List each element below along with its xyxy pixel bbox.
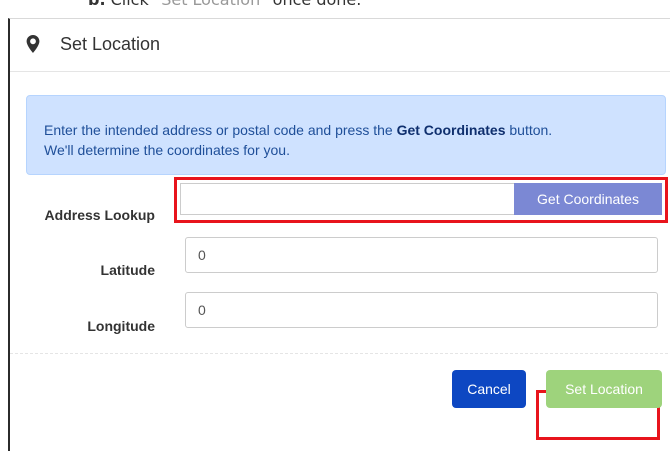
footer-divider <box>10 353 668 354</box>
get-coordinates-button[interactable]: Get Coordinates <box>514 183 662 215</box>
alert-text-3: We'll determine the coordinates for you. <box>44 142 290 158</box>
map-marker-icon <box>26 35 40 53</box>
info-alert: Enter the intended address or postal cod… <box>26 95 666 175</box>
cancel-button[interactable]: Cancel <box>452 370 526 408</box>
alert-bold: Get Coordinates <box>396 122 506 138</box>
alert-text-2: button. <box>505 122 553 138</box>
latitude-input[interactable] <box>185 237 658 273</box>
latitude-label: Latitude <box>100 262 155 278</box>
longitude-input[interactable] <box>185 292 658 328</box>
instruction-strip: b. Click "Set Location" once done. <box>0 0 671 20</box>
longitude-label: Longitude <box>87 318 155 334</box>
modal-header: Set Location <box>10 19 670 72</box>
alert-text-1: Enter the intended address or postal cod… <box>44 122 397 138</box>
modal-title: Set Location <box>60 34 161 54</box>
set-location-button[interactable]: Set Location <box>546 370 662 408</box>
address-lookup-label: Address Lookup <box>44 207 155 223</box>
address-lookup-input[interactable] <box>180 183 515 215</box>
instruction-text: b. Click "Set Location" once done. <box>88 0 361 9</box>
